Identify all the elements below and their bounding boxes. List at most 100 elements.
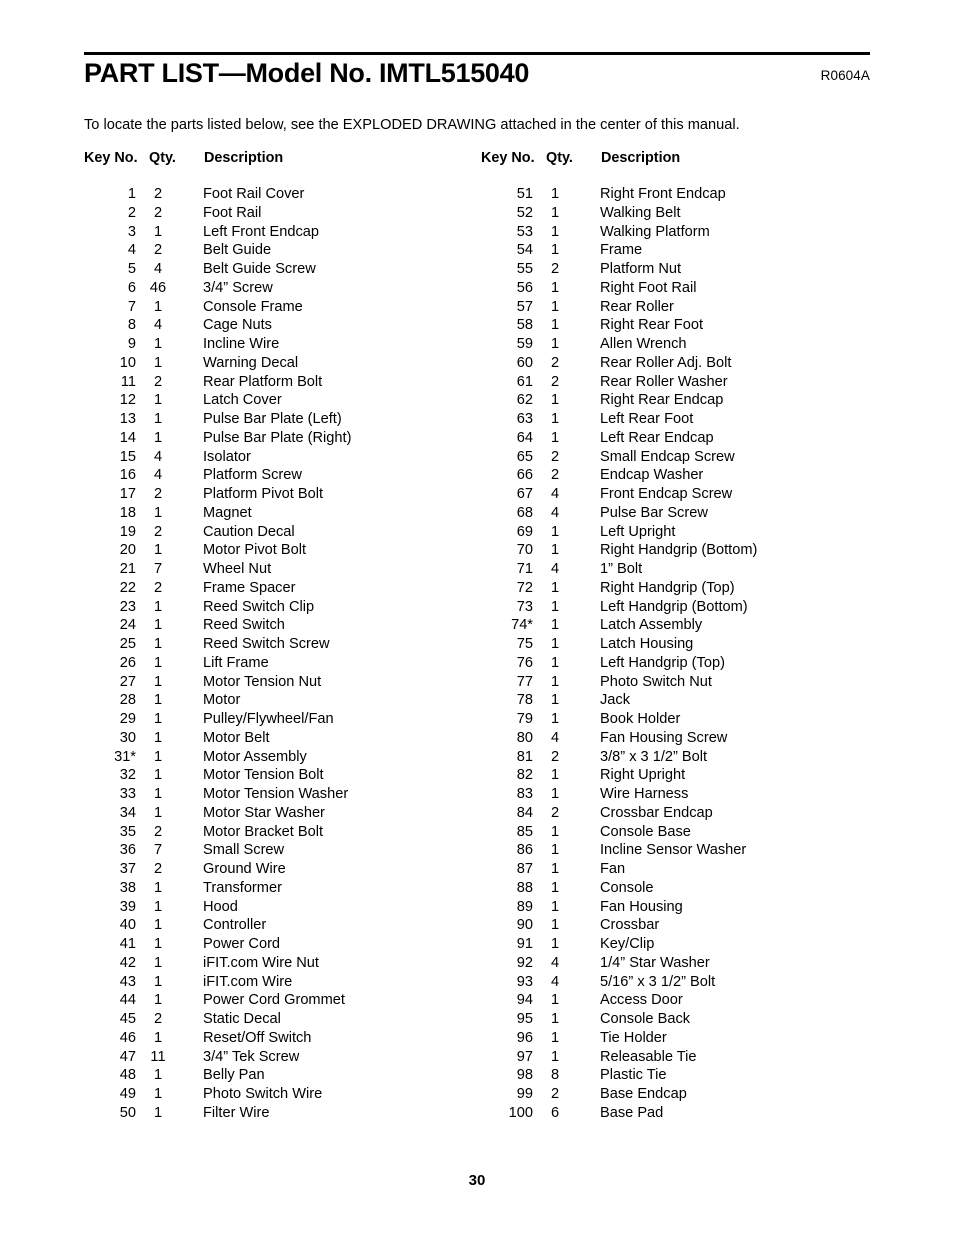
cell-description: Tie Holder xyxy=(600,1029,667,1046)
cell-qty: 2 xyxy=(153,579,163,596)
cell-description: 1” Bolt xyxy=(600,561,643,577)
table-row: 92 4 1/4” Star Washer xyxy=(481,954,871,973)
cell-qty: 2 xyxy=(550,448,560,465)
table-row: 61 2 Rear Roller Washer xyxy=(481,373,871,392)
cell-qty: 1 xyxy=(550,204,560,221)
cell-description: Releasable Tie xyxy=(600,1048,697,1065)
cell-qty: 4 xyxy=(153,448,163,465)
cell-key-no: 69 xyxy=(516,523,533,540)
cell-description: Fan Housing Screw xyxy=(600,729,728,746)
cell-description: Console Frame xyxy=(203,298,303,315)
cell-description: Caution Decal xyxy=(203,523,295,540)
cell-key-no: 36 xyxy=(119,842,136,859)
cell-qty: 2 xyxy=(153,242,163,259)
table-row: 69 1 Left Upright xyxy=(481,523,871,542)
cell-key-no: 75 xyxy=(516,636,533,652)
intro-instruction-text: To locate the parts listed below, see th… xyxy=(84,117,740,133)
cell-description: Cage Nuts xyxy=(203,317,272,334)
cell-qty: 1 xyxy=(550,842,560,859)
table-row: 97 1 Releasable Tie xyxy=(481,1048,871,1067)
cell-key-no: 37 xyxy=(119,861,136,877)
cell-qty: 1 xyxy=(153,973,163,990)
cell-description: Console Base xyxy=(600,823,691,840)
cell-description: Power Cord xyxy=(203,936,281,952)
cell-key-no: 63 xyxy=(516,411,533,427)
cell-description: Pulse Bar Plate (Right) xyxy=(203,429,352,446)
cell-description: Rear Roller Adj. Bolt xyxy=(600,354,732,371)
cell-qty: 1 xyxy=(153,786,163,802)
table-row: 88 1 Console xyxy=(481,879,871,898)
cell-description: Motor Tension Nut xyxy=(203,673,322,690)
cell-description: Access Door xyxy=(600,992,683,1009)
cell-qty: 7 xyxy=(153,842,163,859)
cell-qty: 1 xyxy=(153,411,163,427)
cell-key-no: 93 xyxy=(516,973,533,990)
table-row: 81 2 3/8” x 3 1/2” Bolt xyxy=(481,748,871,767)
table-row: 1 2 Foot Rail Cover xyxy=(84,185,474,204)
cell-key-no: 49 xyxy=(119,1086,136,1102)
table-row: 60 2 Rear Roller Adj. Bolt xyxy=(481,354,871,373)
table-row: 11 2 Rear Platform Bolt xyxy=(84,373,474,392)
table-row: 14 1 Pulse Bar Plate (Right) xyxy=(84,429,474,448)
cell-description: Reset/Off Switch xyxy=(203,1029,312,1046)
cell-description: Incline Sensor Washer xyxy=(600,842,747,859)
cell-description: Walking Belt xyxy=(600,204,681,221)
cell-description: Lift Frame xyxy=(203,654,269,671)
table-row: 38 1 Transformer xyxy=(84,879,474,898)
cell-key-no: 24 xyxy=(119,617,136,634)
cell-description: Plastic Tie xyxy=(600,1067,667,1084)
cell-qty: 1 xyxy=(153,298,163,315)
cell-qty: 1 xyxy=(153,1067,163,1084)
table-row: 49 1 Photo Switch Wire xyxy=(84,1085,474,1104)
cell-key-no: 1 xyxy=(127,186,136,202)
cell-key-no: 100 xyxy=(508,1104,533,1121)
cell-key-no: 23 xyxy=(119,598,136,615)
cell-description: Console xyxy=(600,879,654,896)
cell-qty: 4 xyxy=(550,486,560,502)
cell-key-no: 91 xyxy=(516,936,533,952)
table-row: 30 1 Motor Belt xyxy=(84,729,474,748)
table-row: 64 1 Left Rear Endcap xyxy=(481,429,871,448)
cell-key-no: 47 xyxy=(119,1048,136,1065)
table-row: 16 4 Platform Screw xyxy=(84,466,474,485)
cell-description: Motor Tension Bolt xyxy=(203,767,324,784)
cell-description: Left Handgrip (Top) xyxy=(600,654,725,671)
table-row: 39 1 Hood xyxy=(84,898,474,917)
cell-description: Reed Switch Clip xyxy=(203,598,315,615)
cell-key-no: 2 xyxy=(127,204,136,221)
table-row: 100 6 Base Pad xyxy=(481,1104,871,1123)
cell-qty: 2 xyxy=(153,373,163,390)
cell-key-no: 42 xyxy=(119,954,136,971)
header-qty: Qty. xyxy=(546,150,573,166)
cell-qty: 1 xyxy=(153,748,163,765)
table-row: 37 2 Ground Wire xyxy=(84,860,474,879)
header-key-no: Key No. xyxy=(84,150,138,166)
cell-qty: 7 xyxy=(153,561,163,577)
cell-qty: 4 xyxy=(153,261,163,277)
cell-key-no: 20 xyxy=(119,542,136,559)
cell-key-no: 28 xyxy=(119,692,136,709)
cell-key-no: 52 xyxy=(516,204,533,221)
table-row: 18 1 Magnet xyxy=(84,504,474,523)
cell-key-no: 80 xyxy=(516,729,533,746)
cell-description: Warning Decal xyxy=(203,354,299,371)
cell-description: Pulse Bar Screw xyxy=(600,504,708,521)
cell-qty: 8 xyxy=(550,1067,560,1084)
cell-key-no: 19 xyxy=(119,523,136,540)
cell-qty: 1 xyxy=(550,1029,560,1046)
header-description: Description xyxy=(601,150,681,166)
cell-description: Pulse Bar Plate (Left) xyxy=(203,411,342,427)
table-row: 74* 1 Latch Assembly xyxy=(481,616,871,635)
cell-qty: 1 xyxy=(550,879,560,896)
cell-qty: 1 xyxy=(550,936,560,952)
cell-qty: 2 xyxy=(550,1086,560,1102)
header-qty: Qty. xyxy=(149,150,176,166)
cell-qty: 11 xyxy=(150,1048,166,1065)
table-row: 6 46 3/4” Screw xyxy=(84,279,474,298)
table-row: 26 1 Lift Frame xyxy=(84,654,474,673)
cell-description: Pulley/Flywheel/Fan xyxy=(203,711,334,727)
cell-key-no: 12 xyxy=(119,392,136,409)
table-row: 75 1 Latch Housing xyxy=(481,635,871,654)
table-row: 21 7 Wheel Nut xyxy=(84,560,474,579)
table-row: 28 1 Motor xyxy=(84,691,474,710)
